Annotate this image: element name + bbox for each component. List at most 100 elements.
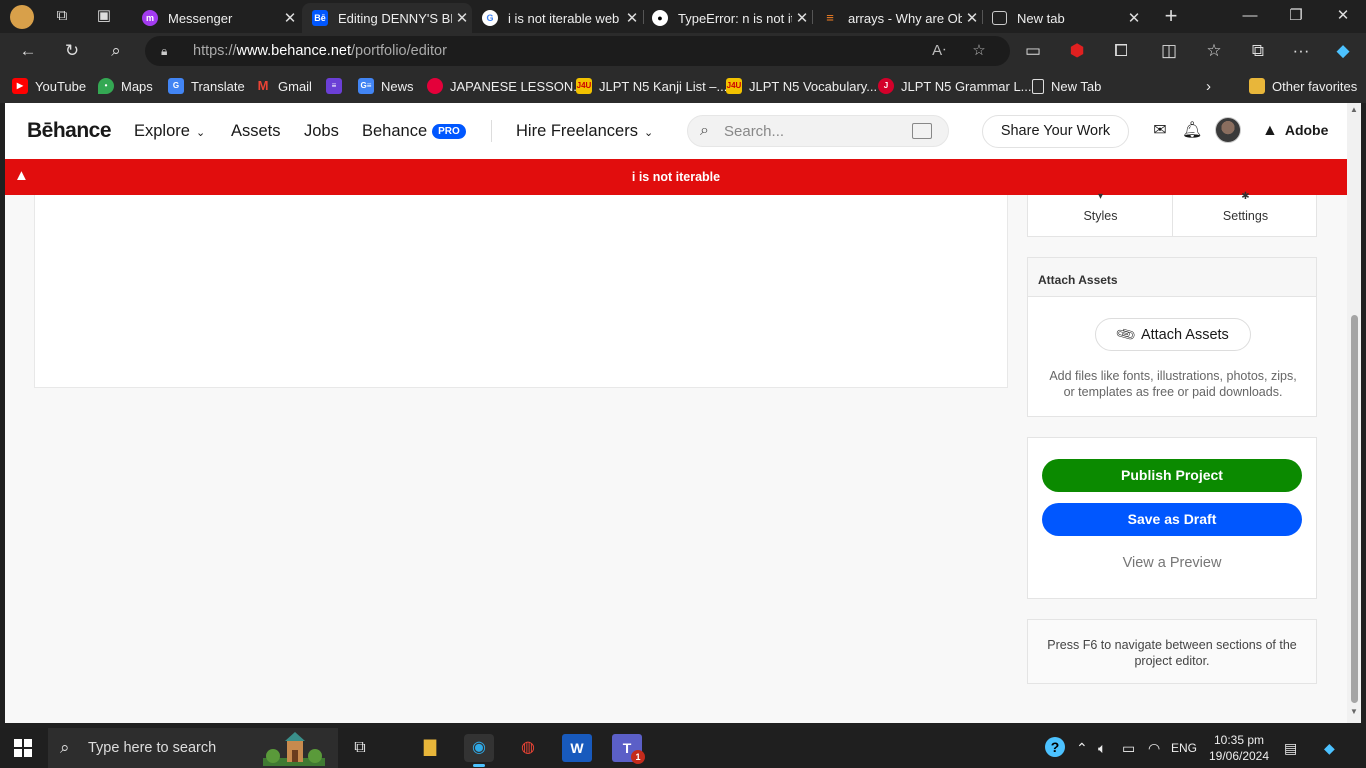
tab-github[interactable]: ● TypeError: n is not it ✕ xyxy=(642,3,812,33)
favorite-news[interactable]: G≡ News xyxy=(358,76,414,96)
mail-icon[interactable]: ✉ xyxy=(1150,121,1170,141)
scroll-down-arrow-icon[interactable]: ▼ xyxy=(1348,707,1360,716)
system-clock[interactable]: 10:35 pm 19/06/2024 xyxy=(1200,732,1278,764)
styles-button[interactable]: ▾ Styles xyxy=(1028,191,1173,236)
favorite-new-tab[interactable]: New Tab xyxy=(1032,76,1101,96)
nav-assets[interactable]: Assets xyxy=(231,122,281,141)
behance-logo[interactable]: Bēhance xyxy=(27,119,112,143)
help-icon[interactable]: ? xyxy=(1045,737,1065,757)
chrome-icon[interactable]: ◍ xyxy=(513,734,543,762)
copilot-icon[interactable]: ◆ xyxy=(1324,739,1335,757)
tab-title: New tab xyxy=(1017,10,1065,26)
nav-hire-freelancers[interactable]: Hire Freelancers ⌄ xyxy=(516,122,653,141)
tab-actions-icon[interactable]: ▣ xyxy=(94,6,114,26)
close-tab-icon[interactable]: ✕ xyxy=(1124,9,1144,27)
close-tab-icon[interactable]: ✕ xyxy=(452,9,472,27)
behance-icon: Bē xyxy=(312,10,328,26)
scroll-up-arrow-icon[interactable]: ▲ xyxy=(1348,105,1360,114)
word-icon[interactable]: W xyxy=(562,734,592,762)
browser-tab-bar: ⧉ ▣ m Messenger ✕ Bē Editing DENNY'S BR … xyxy=(0,0,1366,33)
close-tab-icon[interactable]: ✕ xyxy=(280,9,300,27)
youtube-icon: ▶ xyxy=(12,78,28,94)
favorite-jlpt-grammar[interactable]: J JLPT N5 Grammar L... xyxy=(878,76,1032,96)
task-view-icon[interactable]: ⧉ xyxy=(345,734,375,762)
volume-icon[interactable]: 🔈︎ xyxy=(1098,739,1106,757)
more-menu-icon[interactable]: ··· xyxy=(1289,39,1313,63)
tab-title: arrays - Why are Ob xyxy=(848,10,962,26)
picture-in-picture-icon[interactable]: ▭ xyxy=(1021,39,1045,63)
notifications-icon[interactable]: ▤ xyxy=(1284,739,1297,757)
favorite-jlpt-kanji[interactable]: J4U JLPT N5 Kanji List –... xyxy=(576,76,727,96)
read-aloud-icon[interactable]: Aᐧ xyxy=(929,41,949,61)
minimize-icon[interactable]: — xyxy=(1238,4,1262,28)
close-tab-icon[interactable]: ✕ xyxy=(792,9,812,27)
split-screen-icon[interactable]: ◫ xyxy=(1157,39,1181,63)
tab-messenger[interactable]: m Messenger ✕ xyxy=(132,3,300,33)
taskbar-search[interactable]: ⌕ Type here to search xyxy=(48,728,338,768)
avatar[interactable] xyxy=(1215,117,1241,143)
search-icon: ⌕ xyxy=(700,122,709,139)
view-preview-link[interactable]: View a Preview xyxy=(1028,555,1316,571)
chevron-up-icon[interactable]: ⌃ xyxy=(1076,739,1088,757)
project-canvas[interactable] xyxy=(34,195,1008,388)
attach-assets-description: Add files like fonts, illustrations, pho… xyxy=(1049,369,1297,399)
wifi-icon[interactable]: ◠ xyxy=(1148,739,1160,757)
nav-behance-pro[interactable]: Behance PRO xyxy=(362,122,466,141)
language-indicator[interactable]: ENG xyxy=(1171,739,1197,757)
back-arrow-icon[interactable]: ← xyxy=(16,39,40,63)
attach-assets-title: Attach Assets xyxy=(1028,258,1316,297)
paperclip-icon: 📎︎ xyxy=(1114,322,1138,346)
restore-icon[interactable]: ❐ xyxy=(1284,4,1308,28)
nav-jobs[interactable]: Jobs xyxy=(304,122,339,141)
close-tab-icon[interactable]: ✕ xyxy=(622,9,642,27)
workspaces-icon[interactable]: ⧉ xyxy=(52,6,72,26)
search-input[interactable] xyxy=(724,121,904,141)
tab-google-search[interactable]: G i is not iterable web ✕ xyxy=(472,3,642,33)
edge-icon[interactable]: ◉ xyxy=(464,734,494,767)
bell-icon[interactable]: 🔔︎ xyxy=(1182,121,1202,141)
behance-header: Bēhance Explore ⌄ Assets Jobs Behance PRO … xyxy=(5,103,1347,159)
attach-assets-button[interactable]: 📎︎ Attach Assets xyxy=(1095,318,1251,351)
pro-badge: PRO xyxy=(432,124,466,139)
battery-icon[interactable]: ▭ xyxy=(1122,739,1135,757)
favorite-gmail[interactable]: M Gmail xyxy=(255,76,312,96)
tab-behance-editor[interactable]: Bē Editing DENNY'S BR ✕ xyxy=(302,3,472,33)
favorite-youtube[interactable]: ▶ YouTube xyxy=(12,76,86,96)
favorite-translate[interactable]: G Translate xyxy=(168,76,245,96)
url-bar[interactable]: 🔒︎ https://www.behance.net/portfolio/edi… xyxy=(145,36,1010,66)
collections-icon[interactable]: ⧉ xyxy=(1246,39,1270,63)
publish-project-button[interactable]: Publish Project xyxy=(1042,459,1302,492)
nav-explore[interactable]: Explore ⌄ xyxy=(134,122,205,141)
page-scrollbar[interactable]: ▲ ▼ xyxy=(1347,103,1361,723)
favorites-icon[interactable]: ☆ xyxy=(1202,39,1226,63)
url-text[interactable]: https://www.behance.net/portfolio/editor xyxy=(193,43,447,59)
save-as-draft-button[interactable]: Save as Draft xyxy=(1042,503,1302,536)
extensions-puzzle-icon[interactable]: ⧠ xyxy=(1109,39,1133,63)
favorites-overflow-chevron-icon[interactable]: › xyxy=(1206,76,1211,96)
favorite-list[interactable]: ≡ xyxy=(326,76,349,96)
favorite-other-favorites[interactable]: Other favorites xyxy=(1249,76,1357,96)
favorite-star-icon[interactable]: ☆ xyxy=(969,41,989,61)
extension-red-icon[interactable]: ⬢ xyxy=(1065,39,1089,63)
favorite-maps[interactable]: • Maps xyxy=(98,76,153,96)
close-tab-icon[interactable]: ✕ xyxy=(962,9,982,27)
share-your-work-button[interactable]: Share Your Work xyxy=(982,115,1129,148)
search-icon[interactable]: ⌕ xyxy=(104,39,128,63)
image-search-icon[interactable] xyxy=(912,123,932,139)
refresh-icon[interactable]: ↻ xyxy=(60,39,84,63)
new-tab-plus-icon[interactable]: + xyxy=(1161,5,1181,27)
settings-button[interactable]: ✱ Settings xyxy=(1173,191,1318,236)
close-window-icon[interactable]: ✕ xyxy=(1331,4,1355,28)
windows-start-icon[interactable] xyxy=(14,739,32,757)
tab-stackoverflow[interactable]: ≡ arrays - Why are Ob ✕ xyxy=(812,3,982,33)
url-domain: www.behance.net xyxy=(236,43,351,59)
tab-new-tab[interactable]: New tab ✕ xyxy=(982,3,1144,33)
teams-icon[interactable]: T1 xyxy=(612,734,645,764)
adobe-link[interactable]: ▲ Adobe xyxy=(1262,122,1328,140)
profile-avatar-icon[interactable] xyxy=(10,5,34,29)
favorite-japanese-lesson[interactable]: JAPANESE LESSON... xyxy=(427,76,584,96)
copilot-icon[interactable]: ◆ xyxy=(1331,39,1355,63)
file-explorer-icon[interactable]: ▇ xyxy=(415,734,445,762)
favorite-jlpt-vocabulary[interactable]: J4U JLPT N5 Vocabulary... xyxy=(726,76,877,96)
scroll-thumb[interactable] xyxy=(1351,315,1358,703)
